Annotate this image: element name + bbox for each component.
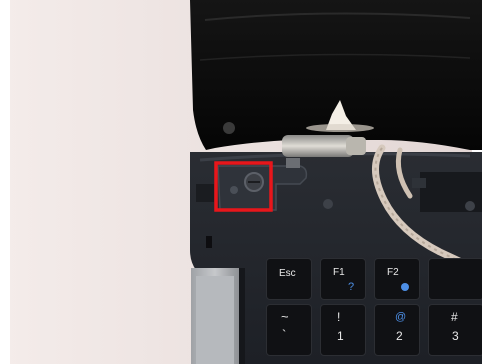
sleep-icon — [401, 283, 409, 291]
key-tilde-sublabel: ` — [282, 327, 287, 342]
key-3: # 3 — [428, 304, 482, 356]
key-3-sublabel: 3 — [452, 329, 459, 343]
key-esc-label: Esc — [279, 268, 296, 279]
key-2: @ 2 — [374, 304, 420, 356]
key-1-label: ! — [337, 310, 341, 324]
key-3-label: # — [451, 310, 458, 324]
key-2-sublabel: 2 — [396, 329, 403, 343]
key-f2-label: F2 — [387, 267, 399, 278]
key-2-label: @ — [395, 311, 407, 323]
key-f1: F1 ? — [320, 258, 366, 300]
hinge-cylinder — [282, 135, 354, 157]
key-tilde-label: ~ — [281, 309, 289, 324]
key-1: ! 1 — [320, 304, 366, 356]
key-f3 — [428, 258, 482, 300]
key-esc: Esc — [266, 258, 312, 300]
key-f1-label: F1 — [333, 267, 345, 278]
photo-frame: Esc F1 ? F2 ~ ` ! 1 @ 2 # 3 — [0, 0, 482, 364]
key-1-sublabel: 1 — [337, 329, 344, 343]
key-tilde: ~ ` — [266, 304, 312, 356]
key-f2: F2 — [374, 258, 420, 300]
key-f1-sublabel: ? — [348, 281, 355, 293]
